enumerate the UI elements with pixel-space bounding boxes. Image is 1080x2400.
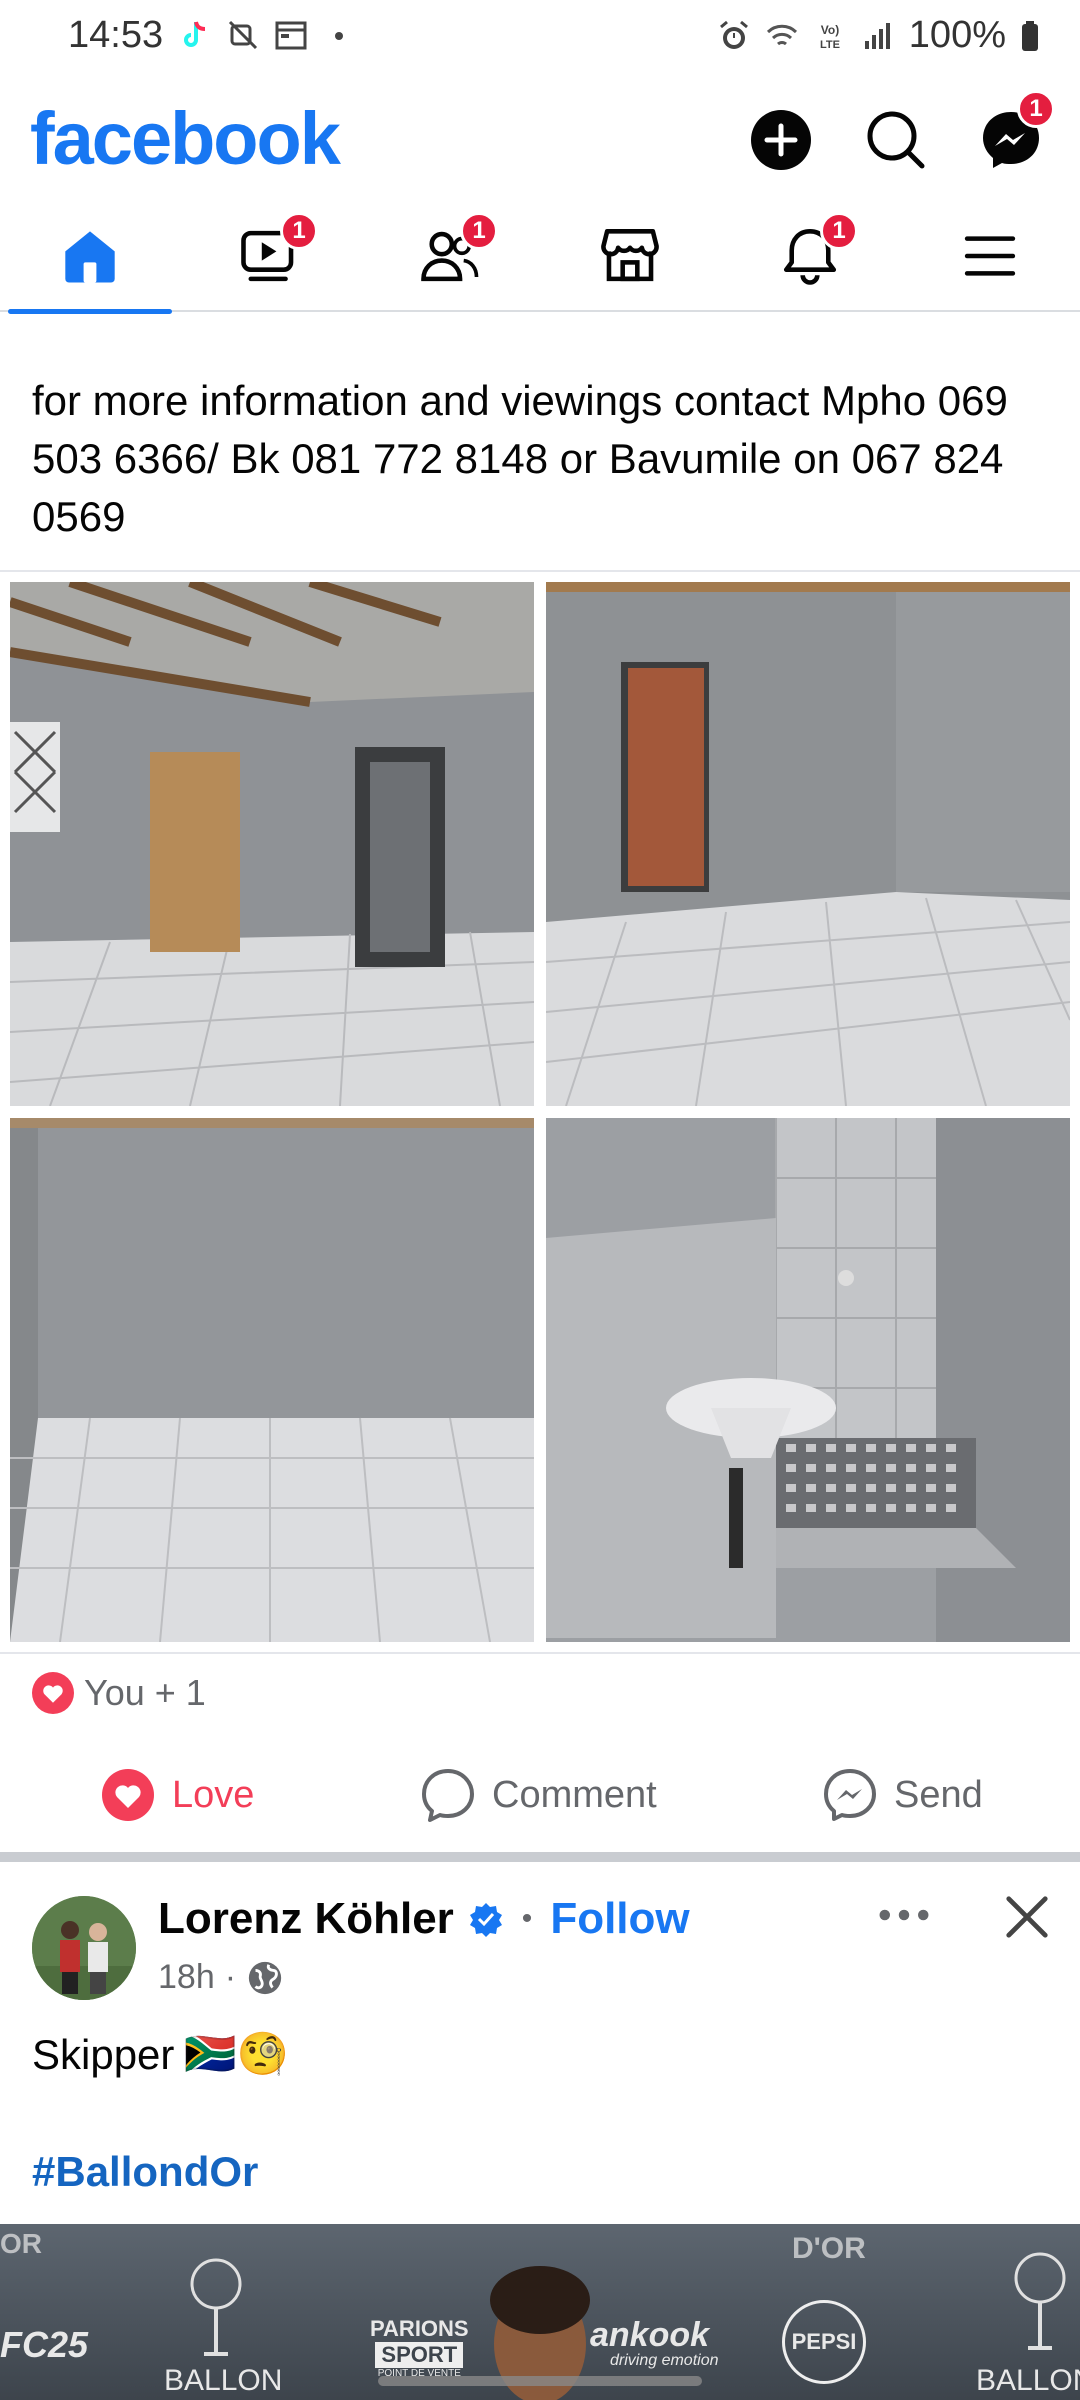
svg-text:Vo): Vo)	[821, 23, 839, 37]
bathroom-photo	[546, 1118, 1070, 1642]
calendar-icon	[274, 18, 308, 52]
post-caption: Skipper 🇿🇦🧐	[32, 2030, 289, 2079]
banner-hankook-sub: driving emotion	[610, 2352, 719, 2369]
caption-emojis: 🇿🇦🧐	[184, 2030, 289, 2077]
status-right: Vo) LTE 100%	[717, 14, 1040, 57]
volte-icon: Vo) LTE	[813, 19, 847, 53]
author-name[interactable]: Lorenz Köhler	[158, 1894, 454, 1944]
gesture-bar[interactable]	[378, 2376, 702, 2386]
tab-home[interactable]	[0, 200, 180, 314]
hide-post-button[interactable]	[996, 1886, 1058, 1948]
search-icon	[867, 111, 925, 169]
comment-icon	[422, 1769, 474, 1822]
post-text-divider	[0, 570, 1080, 572]
parions-sport-logo: PARIONS SPORT POINT DE VENTE	[370, 2316, 469, 2379]
banner-ballon-right: BALLON	[976, 2364, 1080, 2397]
no-signal-icon	[226, 18, 260, 52]
tab-marketplace[interactable]	[540, 200, 720, 312]
send-label: Send	[894, 1773, 983, 1816]
verified-badge-icon	[469, 1903, 502, 1937]
marketplace-icon	[601, 229, 659, 282]
tab-menu[interactable]	[900, 200, 1080, 312]
pepsi-logo: PEPSI	[782, 2300, 866, 2384]
reactions-summary[interactable]: You + 1	[32, 1672, 206, 1714]
alarm-icon	[717, 19, 751, 53]
create-button[interactable]	[743, 102, 819, 178]
facebook-logo[interactable]: facebook	[30, 96, 341, 181]
svg-text:LTE: LTE	[820, 39, 840, 51]
tab-watch[interactable]: 1	[180, 200, 360, 312]
plus-icon	[751, 110, 811, 170]
post-meta: 18h ·	[158, 1958, 284, 1997]
tiktok-icon	[178, 18, 212, 52]
watch-badge: 1	[280, 212, 318, 250]
friends-badge: 1	[460, 212, 498, 250]
post-text: for more information and viewings contac…	[32, 377, 1008, 540]
banner-pepsi: PEPSI	[791, 2329, 857, 2354]
banner-dor-left: OR	[0, 2228, 42, 2259]
battery-percent: 100%	[908, 14, 1006, 56]
messenger-button[interactable]: 1	[973, 90, 1055, 178]
comment-button[interactable]: Comment	[420, 1750, 657, 1840]
love-button[interactable]: Love	[100, 1750, 254, 1840]
more-icon	[879, 1909, 929, 1921]
tab-notifications[interactable]: 1	[720, 200, 900, 312]
author-row: Lorenz Köhler • Follow	[158, 1894, 690, 1944]
parions-line2: SPORT	[375, 2342, 464, 2368]
notifications-badge: 1	[820, 212, 858, 250]
globe-icon	[248, 1961, 282, 1994]
dot-icon	[322, 18, 356, 52]
avatar[interactable]	[32, 1896, 136, 2000]
parions-line1: PARIONS	[370, 2316, 469, 2341]
love-icon	[102, 1769, 154, 1821]
post-actions: Love Comment Send	[0, 1750, 1080, 1840]
wifi-icon	[765, 19, 799, 53]
messenger-send-icon	[824, 1769, 876, 1821]
photos-divider	[0, 1652, 1080, 1654]
banner-dor-center: D'OR	[792, 2232, 866, 2265]
post-photo[interactable]	[10, 582, 534, 1106]
messenger-badge: 1	[1017, 90, 1055, 128]
follow-button[interactable]: Follow	[550, 1894, 689, 1944]
love-reaction-icon	[32, 1672, 74, 1714]
banner-hankook: ankook	[590, 2316, 710, 2354]
caption-text: Skipper	[32, 2030, 175, 2078]
banner-ballon-left: BALLON	[164, 2364, 283, 2397]
app-header: facebook 1	[0, 90, 1080, 190]
status-time: 14:53	[68, 14, 164, 56]
hamburger-menu-icon	[964, 236, 1016, 276]
player-photo	[490, 2266, 590, 2400]
reactions-count: You + 1	[84, 1672, 206, 1713]
ballon-dor-trophy-icon	[190, 2258, 242, 2356]
post-photo[interactable]	[10, 1118, 534, 1642]
profile-picture	[32, 1896, 136, 2000]
send-button[interactable]: Send	[822, 1750, 983, 1840]
post-media-banner[interactable]: OR D'OR FC25 BALLON PARIONS SPORT POINT …	[0, 2224, 1080, 2400]
status-left-icons	[178, 18, 356, 52]
feed-separator	[0, 1852, 1080, 1862]
search-button[interactable]	[858, 102, 934, 178]
more-options-button[interactable]	[872, 1890, 936, 1940]
room-photo-2	[546, 582, 1070, 1106]
hashtag-link[interactable]: #BallondOr	[32, 2148, 258, 2196]
tab-friends[interactable]: 1	[360, 200, 540, 312]
room-photo-1	[10, 582, 534, 1106]
battery-icon	[1020, 19, 1040, 53]
post-photo[interactable]	[546, 582, 1070, 1106]
room-photo-3	[10, 1118, 534, 1642]
post-photo[interactable]	[546, 1118, 1070, 1642]
comment-label: Comment	[492, 1773, 657, 1816]
separator-dot: •	[521, 1902, 533, 1935]
post-time[interactable]: 18h	[158, 1958, 215, 1997]
active-tab-indicator	[8, 309, 172, 314]
meta-separator: ·	[224, 1958, 237, 1996]
love-label: Love	[172, 1773, 255, 1816]
close-icon	[1006, 1896, 1048, 1938]
home-icon	[65, 231, 115, 283]
signal-icon	[861, 19, 895, 53]
ballon-dor-trophy-right-icon	[1014, 2252, 1066, 2350]
banner-fc25: FC25	[0, 2324, 89, 2365]
status-bar: 14:53 Vo) LTE 100%	[0, 0, 1080, 80]
tab-bar: 1 1 1	[0, 200, 1080, 314]
